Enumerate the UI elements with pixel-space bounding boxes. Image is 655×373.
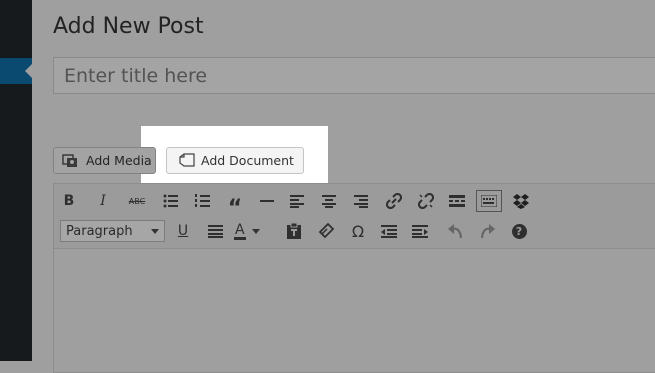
toolbar-toggle-icon[interactable]: [476, 190, 502, 212]
strikethrough-label: ABC: [128, 196, 146, 206]
add-media-label: Add Media: [86, 153, 152, 168]
add-document-label: Add Document: [201, 153, 294, 168]
bullet-list-icon[interactable]: [160, 190, 182, 212]
outdent-icon[interactable]: [378, 220, 400, 242]
text-color-dropdown-icon: [251, 228, 260, 234]
unlink-icon[interactable]: [415, 190, 437, 212]
help-label: ?: [511, 223, 527, 239]
text-color-icon[interactable]: A: [234, 220, 268, 242]
horizontal-rule-icon[interactable]: [256, 190, 278, 212]
dropbox-icon[interactable]: [510, 190, 532, 212]
indent-icon[interactable]: [409, 220, 431, 242]
sidebar-active-pointer: [25, 64, 32, 78]
special-character-icon[interactable]: Ω: [347, 220, 369, 242]
special-char-label: Ω: [351, 221, 365, 241]
link-icon[interactable]: [383, 190, 405, 212]
read-more-icon[interactable]: [446, 190, 468, 212]
justify-icon[interactable]: [204, 220, 226, 242]
add-document-icon: [177, 152, 195, 169]
bold-icon[interactable]: B: [58, 190, 80, 212]
paste-as-text-icon[interactable]: [283, 220, 305, 242]
align-right-icon[interactable]: [350, 190, 372, 212]
add-document-button[interactable]: Add Document: [166, 147, 304, 174]
undo-icon[interactable]: [445, 220, 467, 242]
strikethrough-icon[interactable]: ABC: [126, 190, 148, 212]
chevron-down-icon: [151, 229, 159, 234]
add-media-button[interactable]: Add Media: [53, 147, 156, 174]
underline-icon[interactable]: U: [172, 220, 194, 242]
post-title-input[interactable]: [53, 57, 655, 94]
add-media-icon: [62, 153, 80, 169]
help-icon[interactable]: ?: [508, 220, 530, 242]
italic-icon[interactable]: I: [92, 190, 114, 212]
align-center-icon[interactable]: [318, 190, 340, 212]
italic-label: I: [100, 193, 106, 209]
format-select[interactable]: Paragraph: [60, 220, 165, 242]
format-select-value: Paragraph: [66, 223, 133, 239]
clear-formatting-icon[interactable]: [315, 220, 337, 242]
bold-label: B: [63, 193, 75, 209]
text-color-label: A: [234, 221, 246, 240]
admin-sidebar: [0, 0, 32, 361]
redo-icon[interactable]: [476, 220, 498, 242]
page-title: Add New Post: [53, 14, 204, 39]
blockquote-icon[interactable]: “: [224, 190, 246, 220]
post-editor[interactable]: B I ABC “ Paragraph U A Ω ?: [53, 183, 655, 373]
editor-toolbar: B I ABC “ Paragraph U A Ω ?: [54, 184, 655, 249]
align-left-icon[interactable]: [286, 190, 308, 212]
numbered-list-icon[interactable]: [192, 190, 214, 212]
underline-label: U: [177, 223, 189, 239]
